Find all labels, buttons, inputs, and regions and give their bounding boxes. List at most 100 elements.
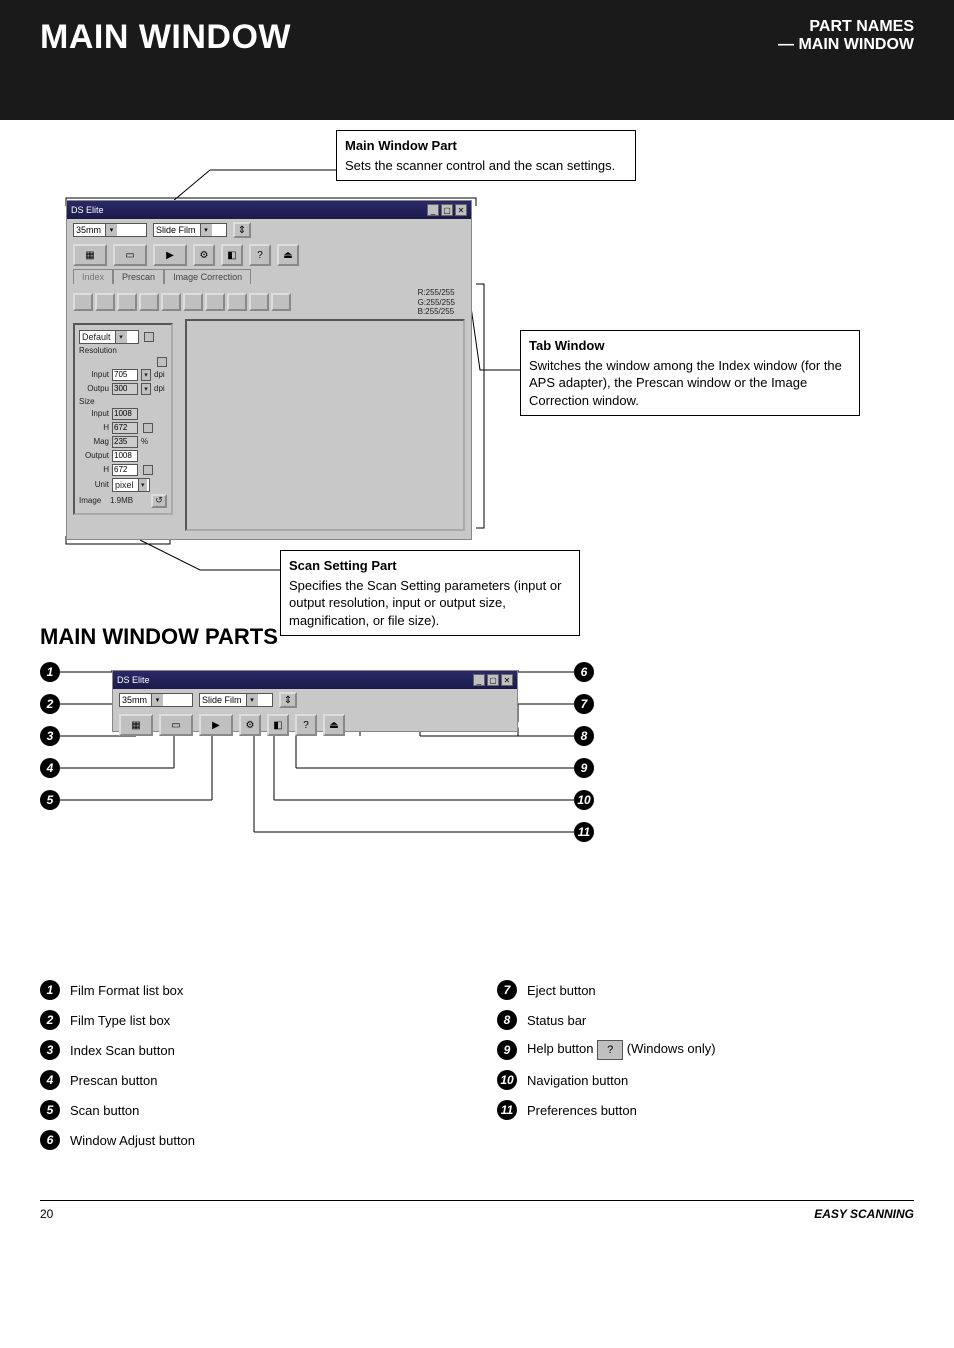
size-in-h-field[interactable] xyxy=(112,422,138,434)
marker-7: 7 xyxy=(574,694,594,714)
res-input-field[interactable] xyxy=(112,369,138,381)
footer-section: EASY SCANNING xyxy=(814,1207,914,1221)
index-scan-button[interactable]: ▦ xyxy=(73,244,107,266)
maximize-button[interactable]: ▢ xyxy=(487,674,499,686)
window-adjust-button[interactable]: ⇕ xyxy=(233,222,251,238)
header-subtitle: PART NAMES — MAIN WINDOW xyxy=(778,18,914,54)
legend-5: Scan button xyxy=(70,1103,457,1118)
maximize-button[interactable]: ▢ xyxy=(441,204,453,216)
save-icon[interactable] xyxy=(144,332,154,342)
index-scan-button[interactable]: ▦ xyxy=(119,714,153,736)
lock-icon[interactable] xyxy=(143,423,153,433)
page-header: MAIN WINDOW PART NAMES — MAIN WINDOW xyxy=(0,0,954,120)
chevron-down-icon: ▾ xyxy=(200,224,212,236)
legend-7: Eject button xyxy=(527,983,914,998)
marker-5: 5 xyxy=(40,790,60,810)
preferences-button[interactable]: ⚙ xyxy=(193,244,215,266)
figure-main-window-parts: 1 2 3 4 5 6 7 8 9 10 11 xyxy=(40,670,914,920)
app-window-toolbar-crop: DS Elite _ ▢ ✕ 35mm▾ Slide Film▾ ⇕ ▦ ▭ ▶… xyxy=(112,670,518,732)
chevron-down-icon: ▾ xyxy=(105,224,117,236)
eject-button[interactable]: ⏏ xyxy=(277,244,299,266)
minimize-button[interactable]: _ xyxy=(473,674,485,686)
tool-icon[interactable] xyxy=(271,293,291,311)
reset-button[interactable]: ↺ xyxy=(151,494,167,508)
page-footer: 20 EASY SCANNING xyxy=(40,1200,914,1251)
legend-4: Prescan button xyxy=(70,1073,457,1088)
legend-3: Index Scan button xyxy=(70,1043,457,1058)
tool-icon[interactable] xyxy=(183,293,203,311)
res-output-field[interactable] xyxy=(112,383,138,395)
title-bar[interactable]: DS Elite _ ▢ ✕ xyxy=(67,201,471,219)
tab-image-correction[interactable]: Image Correction xyxy=(164,269,251,284)
scan-button[interactable]: ▶ xyxy=(199,714,233,736)
tab-index[interactable]: Index xyxy=(73,269,113,284)
navigation-button[interactable]: ◧ xyxy=(267,714,289,736)
window-adjust-button[interactable]: ⇕ xyxy=(279,692,297,708)
callout-main-window-part: Main Window Part Sets the scanner contro… xyxy=(336,130,636,181)
lock-icon[interactable] xyxy=(143,465,153,475)
size-out-w-field[interactable] xyxy=(112,450,138,462)
legend-1: Film Format list box xyxy=(70,983,457,998)
toolbar-row: ▦ ▭ ▶ ⚙ ◧ ? ⏏ xyxy=(67,241,471,269)
tool-icon[interactable] xyxy=(227,293,247,311)
tab-bar: Index Prescan Image Correction xyxy=(67,269,471,284)
tool-icon[interactable] xyxy=(161,293,181,311)
tool-icon[interactable] xyxy=(73,293,93,311)
scan-button[interactable]: ▶ xyxy=(153,244,187,266)
size-out-h-field[interactable] xyxy=(112,464,138,476)
page-number: 20 xyxy=(40,1207,53,1221)
tool-icon[interactable] xyxy=(95,293,115,311)
lock-icon[interactable] xyxy=(157,357,167,367)
preferences-button[interactable]: ⚙ xyxy=(239,714,261,736)
image-size-value: 1.9MB xyxy=(110,496,133,505)
marker-8: 8 xyxy=(574,726,594,746)
film-format-listbox[interactable]: 35mm▾ xyxy=(119,693,193,707)
window-controls: _ ▢ ✕ xyxy=(427,204,467,216)
icon-toolbar: R:255/255 G:255/255 B:255/255 xyxy=(67,284,471,321)
marker-11: 11 xyxy=(574,822,594,842)
help-cursor-icon: ? xyxy=(597,1040,623,1060)
figure-main-window: Main Window Part Sets the scanner contro… xyxy=(40,120,914,600)
tab-prescan[interactable]: Prescan xyxy=(113,269,164,284)
marker-2: 2 xyxy=(40,694,60,714)
close-button[interactable]: ✕ xyxy=(455,204,467,216)
help-button[interactable]: ? xyxy=(249,244,271,266)
tool-icon[interactable] xyxy=(249,293,269,311)
prescan-button[interactable]: ▭ xyxy=(159,714,193,736)
mag-field[interactable] xyxy=(112,436,138,448)
chevron-down-icon[interactable]: ▾ xyxy=(141,369,151,381)
header-title: MAIN WINDOW xyxy=(40,18,291,57)
rgb-readout: R:255/255 G:255/255 B:255/255 xyxy=(418,288,465,317)
film-type-listbox[interactable]: Slide Film▾ xyxy=(153,223,227,237)
prescan-button[interactable]: ▭ xyxy=(113,244,147,266)
navigation-button[interactable]: ◧ xyxy=(221,244,243,266)
marker-6: 6 xyxy=(574,662,594,682)
film-format-listbox[interactable]: 35mm▾ xyxy=(73,223,147,237)
help-button[interactable]: ? xyxy=(295,714,317,736)
preview-area xyxy=(185,319,465,531)
legend-9: Help button ? (Windows only) xyxy=(527,1040,914,1060)
marker-9: 9 xyxy=(574,758,594,778)
tool-icon[interactable] xyxy=(205,293,225,311)
legend-6: Window Adjust button xyxy=(70,1133,457,1148)
callout-scan-setting-part: Scan Setting Part Specifies the Scan Set… xyxy=(280,550,580,636)
default-listbox[interactable]: Default▾ xyxy=(79,330,139,344)
legend-11: Preferences button xyxy=(527,1103,914,1118)
resolution-label: Resolution xyxy=(79,346,167,355)
marker-10: 10 xyxy=(574,790,594,810)
tool-icon[interactable] xyxy=(117,293,137,311)
title-bar[interactable]: DS Elite _ ▢ ✕ xyxy=(113,671,517,689)
film-type-listbox[interactable]: Slide Film▾ xyxy=(199,693,273,707)
eject-button[interactable]: ⏏ xyxy=(323,714,345,736)
chevron-down-icon[interactable]: ▾ xyxy=(141,383,151,395)
tool-icon[interactable] xyxy=(139,293,159,311)
size-label: Size xyxy=(79,397,167,406)
unit-listbox[interactable]: pixel▾ xyxy=(112,478,150,492)
size-in-w-field[interactable] xyxy=(112,408,138,420)
marker-1: 1 xyxy=(40,662,60,682)
legend: 1 Film Format list box 2 Film Type list … xyxy=(40,970,914,1160)
minimize-button[interactable]: _ xyxy=(427,204,439,216)
close-button[interactable]: ✕ xyxy=(501,674,513,686)
top-controls: 35mm▾ Slide Film▾ ⇕ xyxy=(67,219,471,241)
scan-settings-panel: Default▾ Resolution Input ▾ dpi Outpu ▾ … xyxy=(73,323,173,515)
